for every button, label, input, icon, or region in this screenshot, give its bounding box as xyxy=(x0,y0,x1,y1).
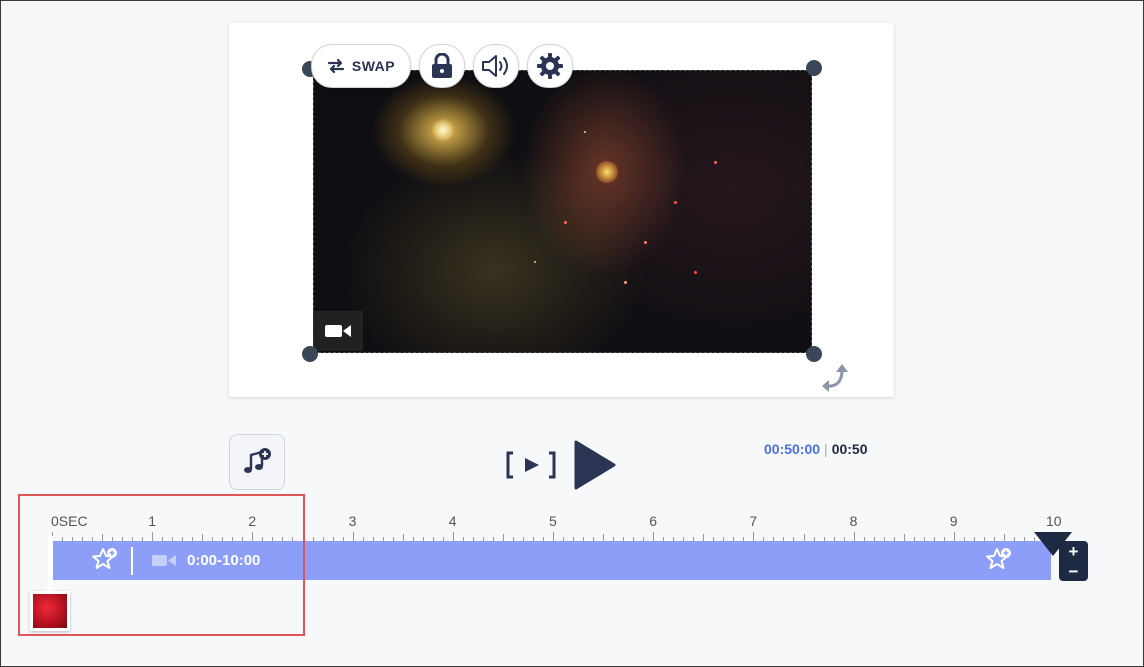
current-time: 00:50:00 xyxy=(764,441,821,457)
video-type-badge xyxy=(313,311,363,351)
play-icon xyxy=(574,440,616,490)
ruler-label: 4 xyxy=(448,513,457,529)
ruler-label: 7 xyxy=(749,513,758,529)
time-display: 00:50:00 | 00:50 xyxy=(764,441,868,457)
ruler-label: 3 xyxy=(348,513,357,529)
zoom-control[interactable]: + − xyxy=(1059,541,1088,581)
zoom-out-button[interactable]: − xyxy=(1069,563,1079,580)
video-preview[interactable] xyxy=(313,70,812,353)
total-time: 00:50 xyxy=(831,441,868,457)
zoom-in-button[interactable]: + xyxy=(1069,543,1079,560)
play-button[interactable] xyxy=(574,440,616,495)
ruler-tick xyxy=(703,534,705,541)
volume-icon xyxy=(482,55,508,77)
gear-icon xyxy=(537,53,563,79)
ruler-tick xyxy=(653,532,655,541)
ruler-tick xyxy=(452,532,454,541)
rotate-icon xyxy=(822,364,848,392)
play-selection-button[interactable] xyxy=(505,450,557,485)
settings-button[interactable] xyxy=(527,44,573,88)
ruler-tick xyxy=(753,532,755,541)
ruler-label: 5 xyxy=(549,513,557,529)
ruler-label: 6 xyxy=(649,513,657,529)
time-separator: | xyxy=(824,441,828,457)
video-camera-icon xyxy=(325,325,351,337)
ruler-label: 8 xyxy=(849,513,858,529)
ruler-tick xyxy=(903,534,905,541)
ruler-tick xyxy=(603,534,605,541)
ruler-tick xyxy=(402,534,404,541)
swap-icon xyxy=(327,58,344,74)
ruler-tick xyxy=(502,534,504,541)
ruler-label: 10 xyxy=(1046,513,1062,529)
resize-handle-bottom-right[interactable] xyxy=(806,346,822,362)
swap-button[interactable]: SWAP xyxy=(311,44,411,88)
swap-label: SWAP xyxy=(351,58,396,74)
resize-handle-top-right[interactable] xyxy=(806,60,822,76)
ruler-tick xyxy=(953,532,955,541)
ruler-tick xyxy=(803,534,805,541)
ruler-tick xyxy=(553,532,554,541)
add-music-icon xyxy=(244,448,271,473)
highlight-box xyxy=(18,494,305,636)
ruler-tick xyxy=(352,532,354,541)
add-music-button[interactable] xyxy=(229,434,285,490)
lock-button[interactable] xyxy=(419,44,465,88)
ruler-tick xyxy=(1003,534,1005,541)
resize-handle-bottom-left[interactable] xyxy=(302,346,318,362)
trim-play-icon xyxy=(506,451,556,479)
ruler-label: 9 xyxy=(949,513,958,529)
rotate-handle[interactable] xyxy=(820,362,850,397)
lock-icon xyxy=(432,53,452,78)
ruler-tick xyxy=(853,532,855,541)
volume-button[interactable] xyxy=(473,44,519,88)
add-favorite-end-icon[interactable] xyxy=(985,546,1013,574)
